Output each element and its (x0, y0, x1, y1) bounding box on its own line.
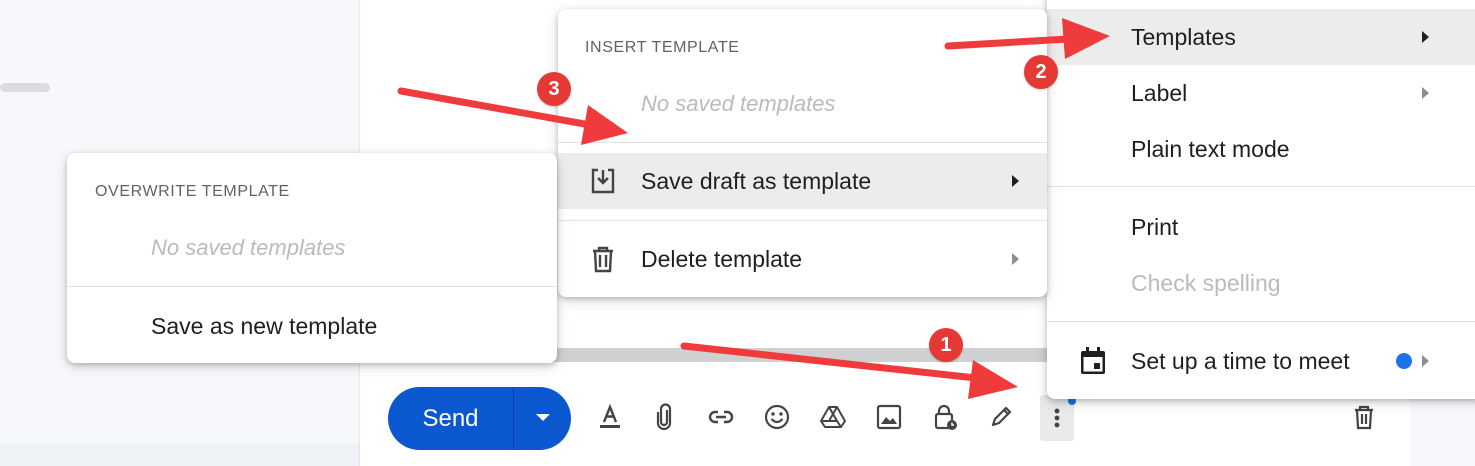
step-badge-3: 3 (537, 72, 571, 106)
arrow-to-templates (944, 18, 1110, 59)
step-badge-1: 1 (929, 328, 963, 362)
arrow-to-more-options (680, 342, 1018, 399)
step-badge-2: 2 (1024, 55, 1058, 89)
annotation-arrows (397, 18, 1110, 399)
arrow-to-save-draft (397, 87, 628, 145)
